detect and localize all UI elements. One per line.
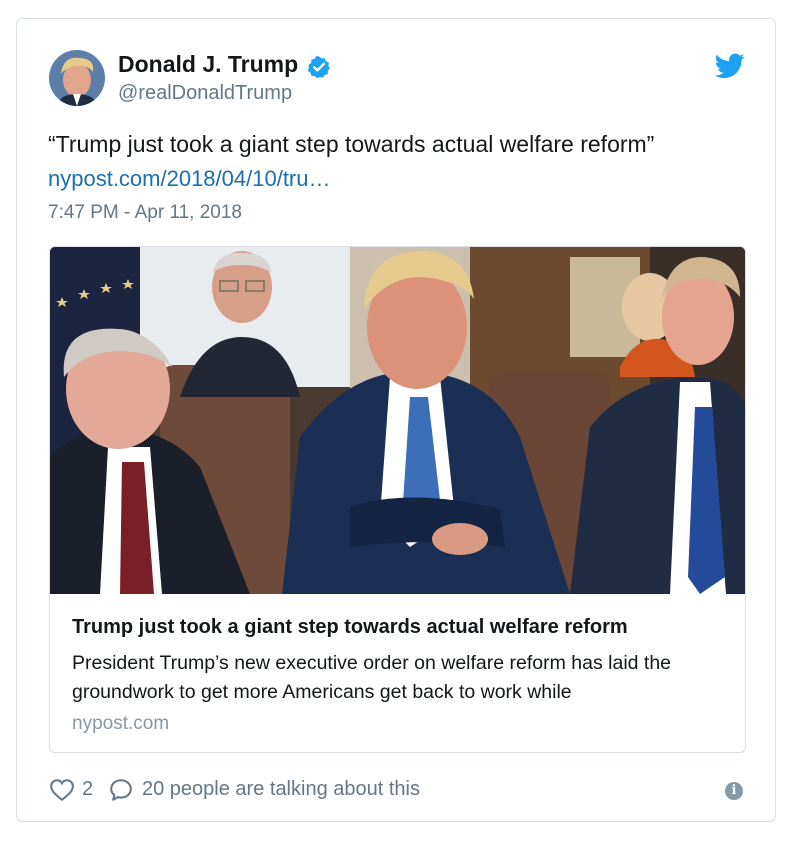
card-domain: nypost.com bbox=[72, 713, 170, 734]
heart-icon[interactable] bbox=[49, 777, 75, 803]
verified-badge-icon bbox=[307, 56, 330, 79]
info-icon[interactable]: i bbox=[725, 782, 743, 800]
avatar[interactable] bbox=[49, 50, 105, 106]
twitter-bird-icon[interactable] bbox=[715, 53, 745, 79]
link-preview-card[interactable]: Trump just took a giant step towards act… bbox=[49, 246, 746, 753]
like-count: 2 bbox=[82, 778, 94, 800]
tweet-timestamp[interactable]: 7:47 PM - Apr 11, 2018 bbox=[48, 202, 242, 224]
tweet-embed-card: Donald J. Trump @realDonaldTrump “Trump … bbox=[16, 18, 776, 822]
card-description: President Trump’s new executive order on… bbox=[72, 652, 672, 703]
talking-about-link[interactable]: 20 people are talking about this bbox=[142, 778, 420, 801]
reply-bubble-icon[interactable] bbox=[108, 777, 134, 803]
tweet-footer: 2 20 people are talking about this i bbox=[49, 776, 749, 806]
card-photo bbox=[50, 247, 745, 594]
tweet-text: “Trump just took a giant step towards ac… bbox=[48, 131, 655, 157]
author-name[interactable]: Donald J. Trump bbox=[118, 51, 298, 78]
tweet-link[interactable]: nypost.com/2018/04/10/tru… bbox=[48, 166, 331, 192]
card-title: Trump just took a giant step towards act… bbox=[72, 616, 628, 638]
avatar-image bbox=[49, 50, 105, 106]
author-handle[interactable]: @realDonaldTrump bbox=[118, 82, 292, 105]
